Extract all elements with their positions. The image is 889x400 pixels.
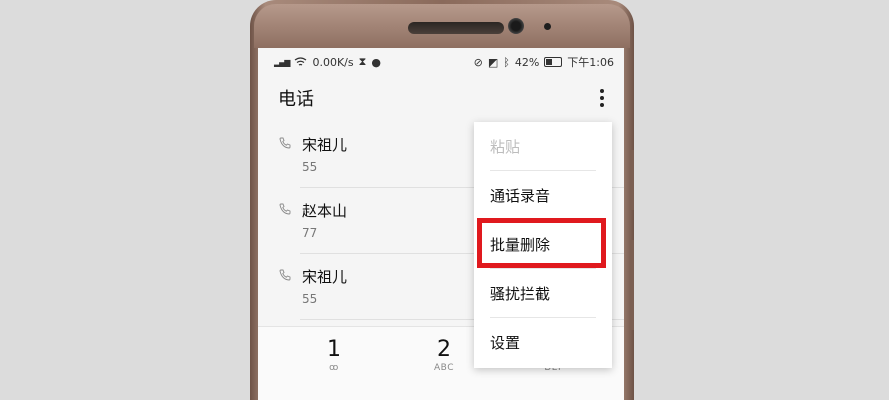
proximity-sensor bbox=[544, 23, 551, 30]
contact-name: 宋祖儿 bbox=[302, 136, 348, 154]
wifi-icon bbox=[295, 57, 307, 66]
phone-call-icon bbox=[279, 137, 291, 149]
nfc-icon: ◩ bbox=[487, 55, 499, 69]
do-not-disturb-icon: ⊘ bbox=[473, 55, 483, 69]
contact-name: 宋祖儿 bbox=[302, 268, 348, 286]
more-vert-icon bbox=[600, 89, 604, 93]
contact-number: 55 bbox=[302, 160, 318, 174]
menu-item-settings[interactable]: 设置 bbox=[474, 318, 612, 367]
side-button bbox=[630, 150, 634, 210]
key-1[interactable]: 1 ꝏ bbox=[294, 337, 374, 373]
more-options-button[interactable] bbox=[594, 85, 610, 111]
key-letters: ABC bbox=[434, 363, 454, 373]
menu-item-harassment-block[interactable]: 骚扰拦截 bbox=[474, 269, 612, 318]
contact-name: 赵本山 bbox=[302, 202, 348, 220]
menu-item-paste: 粘贴 bbox=[474, 122, 612, 171]
clock: 下午1:06 bbox=[567, 56, 614, 69]
phone-call-icon bbox=[279, 269, 291, 281]
key-digit: 2 bbox=[437, 337, 451, 362]
app-bar: 电话 bbox=[258, 76, 624, 120]
menu-item-call-recording[interactable]: 通话录音 bbox=[474, 171, 612, 220]
battery-percent: 42% bbox=[514, 55, 540, 69]
page-title: 电话 bbox=[278, 89, 314, 110]
key-digit: 1 bbox=[327, 337, 341, 362]
phone-top-bezel bbox=[254, 4, 630, 48]
phone-call-icon bbox=[279, 203, 291, 215]
battery-icon bbox=[544, 57, 563, 67]
signal-icon: ▂▄▆ bbox=[274, 57, 291, 67]
voicemail-icon: ꝏ bbox=[329, 363, 339, 373]
bluetooth-icon: ᛒ bbox=[503, 55, 510, 69]
front-camera bbox=[508, 18, 524, 34]
highlight-box bbox=[477, 218, 606, 268]
earpiece-speaker bbox=[408, 22, 504, 34]
hourglass-icon: ⧗ bbox=[358, 55, 367, 68]
network-speed: 0.00K/s bbox=[312, 55, 354, 69]
status-bar: ▂▄▆ 0.00K/s ⧗ ● ⊘ ◩ ᛒ 42% 下午1:06 bbox=[258, 48, 624, 76]
contact-number: 77 bbox=[302, 226, 318, 240]
contact-number: 55 bbox=[302, 292, 318, 306]
key-2[interactable]: 2 ABC bbox=[404, 337, 484, 373]
message-icon: ● bbox=[371, 55, 381, 69]
side-button bbox=[630, 240, 634, 330]
